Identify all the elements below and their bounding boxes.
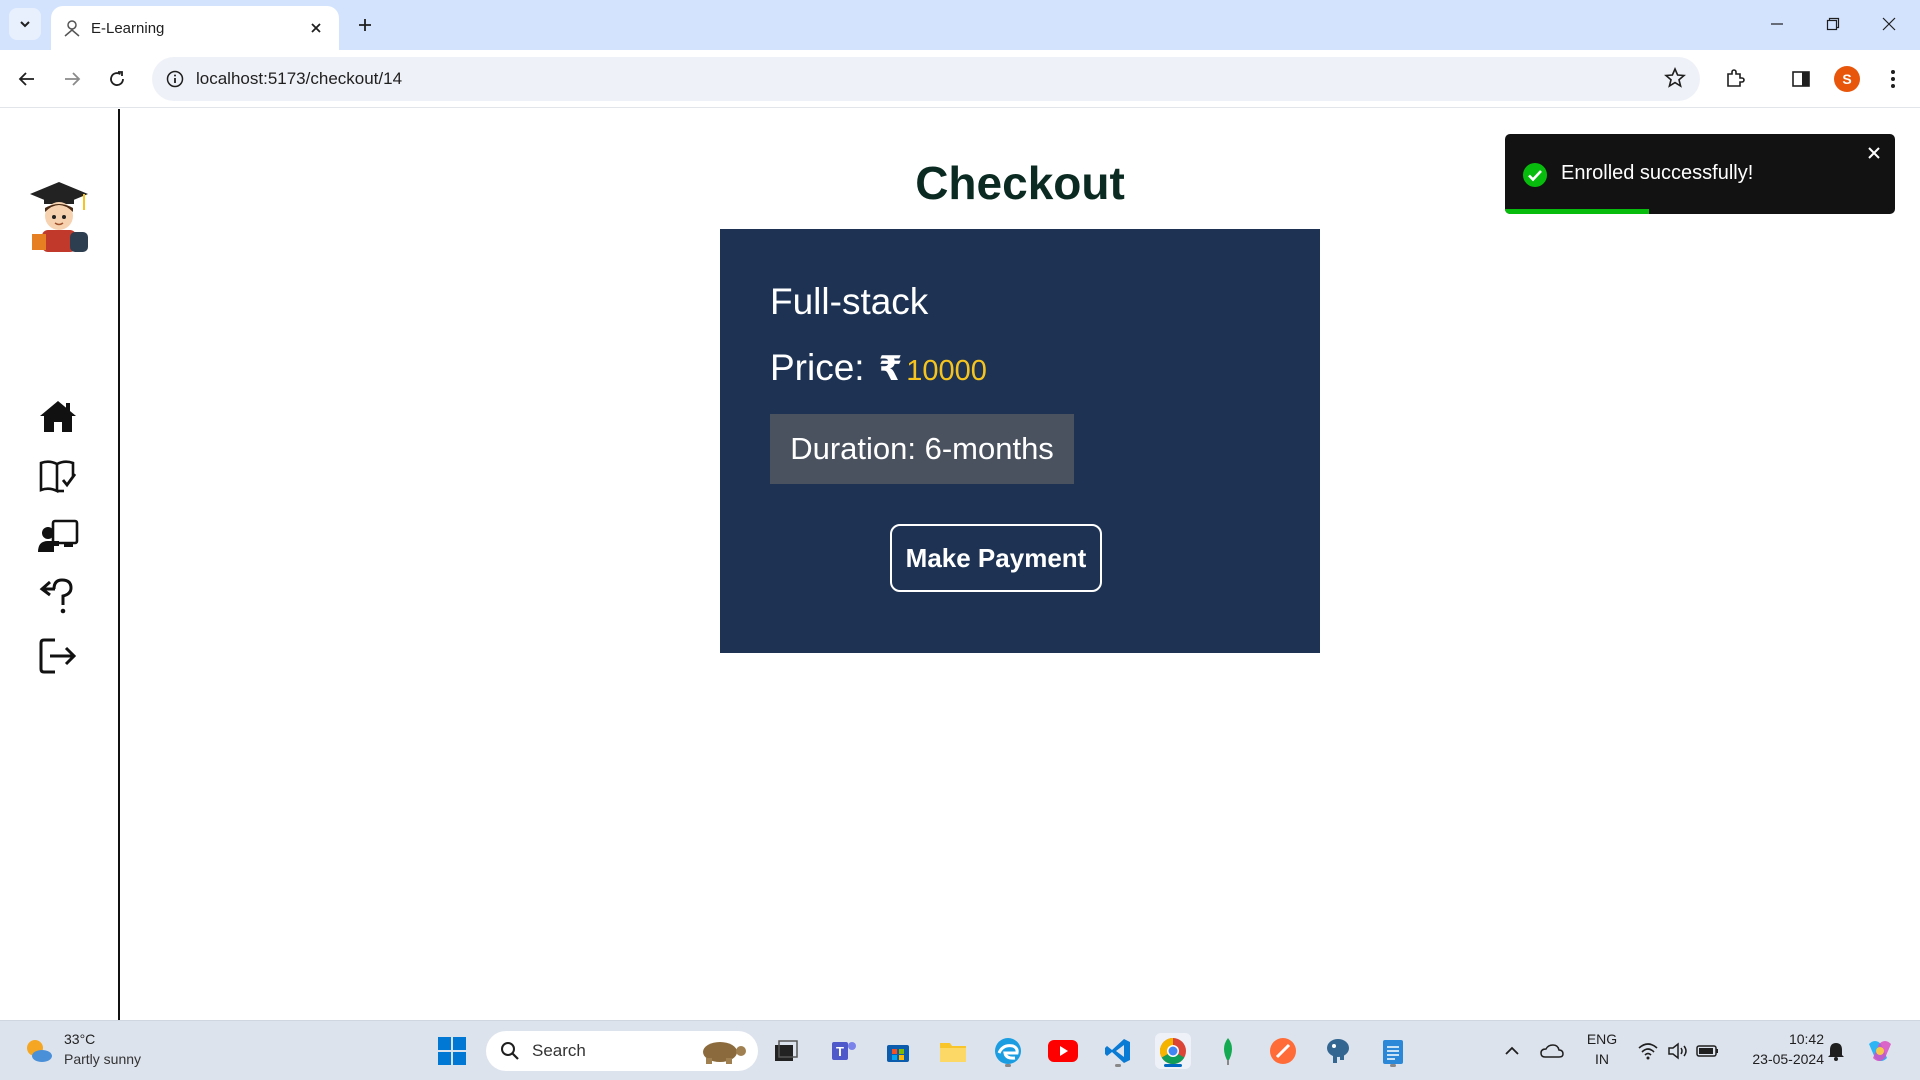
- help-icon[interactable]: [36, 574, 80, 618]
- duration-badge: Duration: 6-months: [770, 414, 1074, 484]
- forward-button[interactable]: [55, 62, 89, 96]
- bookmark-star-icon[interactable]: [1664, 66, 1686, 94]
- success-toast: Enrolled successfully!: [1505, 134, 1895, 214]
- weather-description: Partly sunny: [64, 1051, 142, 1067]
- minimize-icon: [1771, 23, 1783, 25]
- vscode-icon[interactable]: [1100, 1033, 1136, 1069]
- site-info-icon[interactable]: [166, 70, 184, 88]
- weather-temperature: 33°C: [64, 1031, 96, 1047]
- reload-button[interactable]: [100, 62, 134, 96]
- store-icon[interactable]: [880, 1033, 916, 1069]
- rupee-symbol: ₹: [878, 350, 903, 388]
- course-name: Full-stack: [770, 281, 929, 322]
- toast-progress-bar: [1505, 209, 1650, 214]
- new-tab-button[interactable]: [352, 12, 378, 38]
- search-icon: [501, 1042, 519, 1060]
- address-bar[interactable]: localhost:5173/checkout/14: [152, 57, 1700, 101]
- arrow-right-icon: [65, 72, 81, 86]
- close-icon: [1882, 17, 1896, 31]
- close-window-button[interactable]: [1866, 8, 1912, 40]
- mongodb-icon[interactable]: [1210, 1033, 1246, 1069]
- price-row: Price: ₹ 10000: [770, 347, 987, 389]
- graduate-logo: [26, 178, 92, 254]
- edge-icon[interactable]: [990, 1033, 1026, 1069]
- task-view-icon[interactable]: [768, 1033, 804, 1069]
- restore-button[interactable]: [1810, 8, 1856, 40]
- kebab-menu-icon: [1891, 70, 1895, 88]
- postgresql-icon[interactable]: [1320, 1033, 1356, 1069]
- copilot-icon[interactable]: [1862, 1033, 1898, 1069]
- search-label: Search: [532, 1041, 586, 1060]
- tab-title: E-Learning: [91, 19, 165, 37]
- taskbar-search[interactable]: Search: [486, 1031, 758, 1071]
- puzzle-icon: [1727, 69, 1745, 87]
- clock-date[interactable]: 23-05-2024: [1730, 1051, 1824, 1067]
- tab-search-button[interactable]: [9, 8, 41, 40]
- home-icon[interactable]: [36, 394, 80, 438]
- back-button[interactable]: [10, 62, 44, 96]
- browser-toolbar: localhost:5173/checkout/14: [0, 50, 1920, 108]
- turtle-icon: [703, 1042, 746, 1064]
- tab-close-icon[interactable]: [305, 17, 327, 39]
- restore-icon: [1826, 17, 1840, 31]
- extensions-button[interactable]: [1718, 62, 1752, 96]
- minimize-button[interactable]: [1754, 8, 1800, 40]
- browser-menu-button[interactable]: [1876, 62, 1910, 96]
- chevron-down-icon: [20, 21, 30, 28]
- youtube-icon[interactable]: [1045, 1033, 1081, 1069]
- check-circle-icon: [1523, 163, 1547, 187]
- reload-icon: [110, 71, 124, 86]
- language-bottom[interactable]: IN: [1578, 1051, 1626, 1067]
- chrome-icon[interactable]: [1155, 1033, 1191, 1069]
- plus-icon: [359, 19, 371, 31]
- tab-favicon-icon: [64, 20, 80, 37]
- profile-avatar[interactable]: S: [1834, 66, 1860, 92]
- partly-sunny-icon[interactable]: [22, 1035, 54, 1067]
- notepad-icon[interactable]: [1375, 1033, 1411, 1069]
- logout-icon[interactable]: [36, 634, 80, 678]
- svg-text:T: T: [836, 1044, 844, 1059]
- browser-tab[interactable]: E-Learning: [51, 6, 339, 50]
- price-label: Price:: [770, 347, 865, 388]
- battery-icon[interactable]: [1690, 1033, 1726, 1069]
- file-explorer-icon[interactable]: [935, 1033, 971, 1069]
- postman-icon[interactable]: [1265, 1033, 1301, 1069]
- toast-message: Enrolled successfully!: [1561, 162, 1754, 184]
- side-panel-icon: [1792, 71, 1810, 87]
- teacher-icon[interactable]: [36, 514, 80, 558]
- notification-bell-icon[interactable]: [1818, 1033, 1854, 1069]
- url-text[interactable]: localhost:5173/checkout/14: [196, 69, 402, 89]
- arrow-left-icon: [18, 72, 34, 86]
- windows-icon: [438, 1037, 466, 1065]
- browser-tab-bar: E-Learning: [0, 0, 1920, 50]
- side-panel-button[interactable]: [1784, 62, 1818, 96]
- onedrive-icon[interactable]: [1534, 1033, 1570, 1069]
- make-payment-button[interactable]: Make Payment: [890, 524, 1102, 592]
- checkout-card: Full-stack Price: ₹ 10000 Duration: 6-mo…: [720, 229, 1320, 653]
- book-check-icon[interactable]: [36, 454, 80, 498]
- language-top[interactable]: ENG: [1578, 1031, 1626, 1047]
- teams-icon[interactable]: T: [826, 1033, 862, 1069]
- chevron-up-icon[interactable]: [1494, 1033, 1530, 1069]
- taskbar: 33°C Partly sunny Search T ENG IN 10:42 …: [0, 1020, 1920, 1080]
- close-icon[interactable]: [1865, 144, 1883, 162]
- price-value: 10000: [906, 355, 987, 387]
- start-button[interactable]: [434, 1033, 470, 1069]
- clock-time[interactable]: 10:42: [1730, 1031, 1824, 1047]
